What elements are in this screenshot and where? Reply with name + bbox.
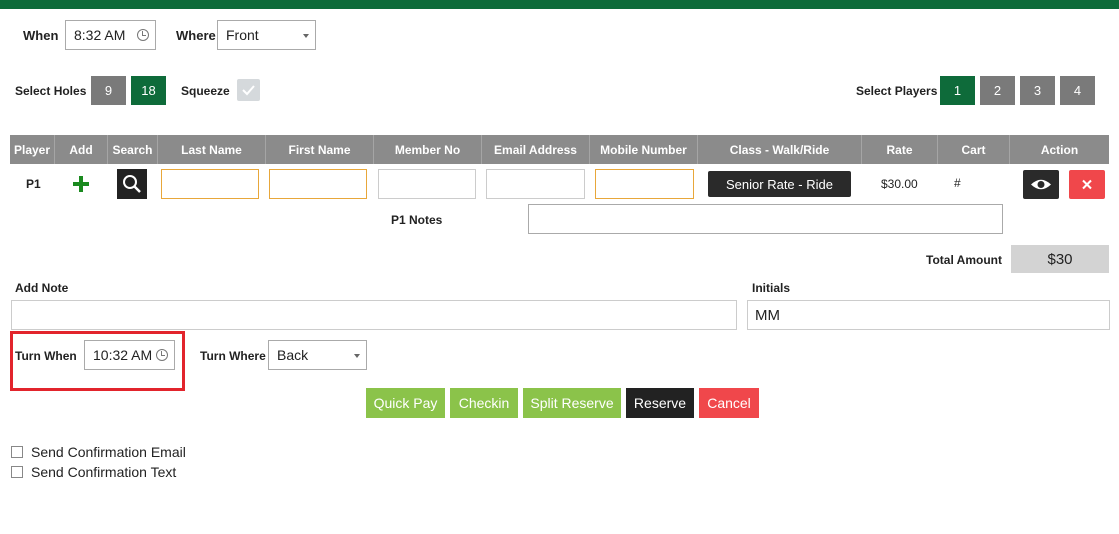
players-1-button[interactable]: 1 [940,76,975,105]
clock-icon [156,349,168,361]
last-name-input[interactable] [161,169,259,199]
rate-value: $30.00 [881,177,918,191]
search-icon [123,175,141,193]
checkin-button[interactable]: Checkin [450,388,518,418]
col-header-search: Search [108,135,158,164]
split-reserve-button[interactable]: Split Reserve [523,388,621,418]
dropdown-caret-icon [303,34,309,38]
turn-when-time-value: 10:32 AM [93,347,153,363]
players-2-button[interactable]: 2 [980,76,1015,105]
send-text-checkbox[interactable] [11,466,23,478]
holes-18-button[interactable]: 18 [131,76,166,105]
col-header-member-no: Member No [374,135,482,164]
col-header-player: Player [10,135,55,164]
when-time-value: 8:32 AM [74,27,126,43]
remove-player-button[interactable] [1069,170,1105,199]
squeeze-label: Squeeze [181,84,230,98]
turn-where-select[interactable]: Back [268,340,367,370]
select-holes-label: Select Holes [15,84,87,98]
add-note-input[interactable] [11,300,737,330]
where-select-value: Front [226,27,259,43]
players-4-button[interactable]: 4 [1060,76,1095,105]
initials-input[interactable]: MM [747,300,1110,330]
turn-where-select-value: Back [277,347,309,363]
player-notes-input[interactable] [528,204,1003,234]
holes-9-button[interactable]: 9 [91,76,126,105]
reserve-button[interactable]: Reserve [626,388,694,418]
send-text-label: Send Confirmation Text [31,464,177,480]
class-walk-ride-button[interactable]: Senior Rate - Ride [708,171,851,197]
search-member-button[interactable] [117,169,147,199]
quick-pay-button[interactable]: Quick Pay [366,388,445,418]
when-label: When [23,28,59,43]
mobile-input[interactable] [595,169,694,199]
player-label: P1 [26,177,41,191]
eye-icon [1031,179,1051,190]
col-header-last-name: Last Name [158,135,266,164]
select-players-label: Select Players [856,84,938,98]
col-header-email: Email Address [482,135,590,164]
col-header-rate: Rate [862,135,938,164]
email-input[interactable] [486,169,585,199]
where-label: Where [176,28,216,43]
add-note-label: Add Note [15,281,69,295]
first-name-input[interactable] [269,169,367,199]
turn-when-time-input[interactable]: 10:32 AM [84,340,175,370]
players-3-button[interactable]: 3 [1020,76,1055,105]
member-no-input[interactable] [378,169,476,199]
add-player-button[interactable] [72,175,90,193]
turn-where-label: Turn Where [200,349,266,363]
view-player-button[interactable] [1023,170,1059,199]
player-notes-label: P1 Notes [391,213,443,227]
send-email-checkbox[interactable] [11,446,23,458]
where-select[interactable]: Front [217,20,316,50]
col-header-action: Action [1010,135,1109,164]
clock-icon [137,29,149,41]
dropdown-caret-icon [354,354,360,358]
plus-icon [73,176,89,192]
top-brand-bar [0,0,1119,9]
close-icon [1082,179,1092,190]
total-amount-value: $30 [1011,245,1109,273]
cancel-button[interactable]: Cancel [699,388,759,418]
col-header-class: Class - Walk/Ride [698,135,862,164]
when-time-input[interactable]: 8:32 AM [65,20,156,50]
col-header-mobile: Mobile Number [590,135,698,164]
cart-value[interactable]: # [954,176,961,190]
initials-label: Initials [752,281,791,295]
col-header-add: Add [55,135,108,164]
check-icon [242,85,255,96]
col-header-cart: Cart [938,135,1010,164]
total-amount-label: Total Amount [926,253,1002,267]
turn-when-label: Turn When [15,349,77,363]
send-email-label: Send Confirmation Email [31,444,186,460]
col-header-first-name: First Name [266,135,374,164]
squeeze-checkbox[interactable] [237,79,260,101]
